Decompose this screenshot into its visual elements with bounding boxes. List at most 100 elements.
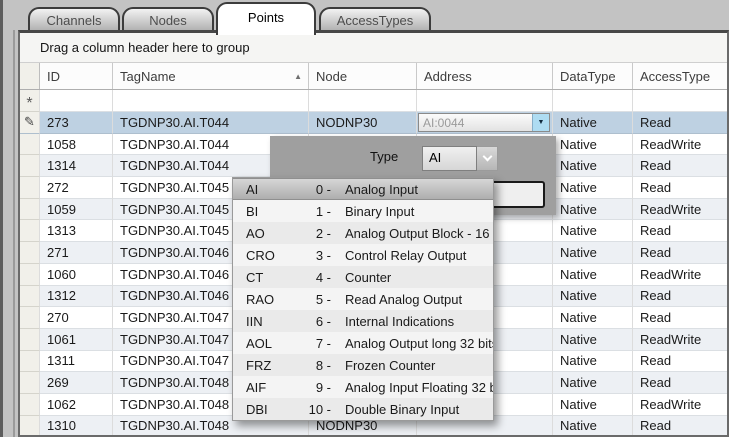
cell-datatype[interactable] [553, 90, 633, 112]
row-indicator-cell [20, 286, 40, 308]
cell-id[interactable] [40, 90, 113, 112]
cell-datatype[interactable]: Native [553, 155, 633, 177]
cell-datatype[interactable]: Native [553, 372, 633, 394]
column-header-tagname[interactable]: TagName ▲ [113, 63, 309, 89]
cell-id[interactable]: 1311 [40, 351, 113, 373]
cell-accesstype[interactable]: ReadWrite [633, 264, 727, 286]
type-number: 5 - [289, 292, 331, 307]
column-header-id[interactable]: ID [40, 63, 113, 89]
type-dropdown-item[interactable]: FRZ 8 - Frozen Counter [233, 354, 493, 376]
group-by-panel[interactable]: Drag a column header here to group [20, 33, 727, 63]
cell-accesstype[interactable]: Read [633, 112, 727, 134]
cell-node[interactable] [309, 90, 417, 112]
type-description: Control Relay Output [331, 248, 493, 263]
cell-id[interactable]: 1061 [40, 329, 113, 351]
type-dropdown-item[interactable]: DBI 10 - Double Binary Input [233, 398, 493, 420]
cell-accesstype[interactable]: Read [633, 220, 727, 242]
cell-datatype[interactable]: Native [553, 112, 633, 134]
type-code: DBI [233, 402, 289, 417]
type-combobox-value[interactable]: AI [422, 146, 477, 171]
cell-id[interactable]: 1062 [40, 394, 113, 416]
cell-datatype[interactable]: Native [553, 394, 633, 416]
type-description: Read Analog Output [331, 292, 493, 307]
type-number: 7 - [289, 336, 331, 351]
cell-tagname[interactable]: TGDNP30.AI.T044 [113, 112, 309, 134]
cell-id[interactable]: 271 [40, 242, 113, 264]
tab-points[interactable]: Points [216, 2, 316, 35]
type-dropdown-item[interactable]: IIN 6 - Internal Indications [233, 310, 493, 332]
type-dropdown-item[interactable]: CT 4 - Counter [233, 266, 493, 288]
cell-datatype[interactable]: Native [553, 286, 633, 308]
cell-accesstype[interactable]: Read [633, 286, 727, 308]
type-dropdown-item[interactable]: CRO 3 - Control Relay Output [233, 244, 493, 266]
cell-accesstype[interactable]: Read [633, 307, 727, 329]
cell-id[interactable]: 1312 [40, 286, 113, 308]
cell-accesstype[interactable]: ReadWrite [633, 199, 727, 221]
type-number: 3 - [289, 248, 331, 263]
cell-accesstype[interactable]: Read [633, 242, 727, 264]
type-number: 8 - [289, 358, 331, 373]
cell-id[interactable]: 272 [40, 177, 113, 199]
cell-id[interactable]: 1058 [40, 134, 113, 156]
cell-accesstype[interactable]: Read [633, 416, 727, 437]
cell-datatype[interactable]: Native [553, 264, 633, 286]
window-left-edge [0, 0, 3, 437]
column-header-address[interactable]: Address [417, 63, 553, 89]
cell-id[interactable]: 1310 [40, 416, 113, 437]
sort-ascending-icon: ▲ [294, 72, 302, 81]
address-editor[interactable]: AI:0044 ▼ [418, 113, 550, 132]
new-row[interactable]: * [20, 90, 727, 112]
column-header-node[interactable]: Node [309, 63, 417, 89]
cell-id[interactable]: 1060 [40, 264, 113, 286]
type-number: 2 - [289, 226, 331, 241]
type-number: 1 - [289, 204, 331, 219]
cell-id[interactable]: 1059 [40, 199, 113, 221]
cell-address[interactable] [417, 90, 553, 112]
type-dropdown-item[interactable]: AI 0 - Analog Input [233, 178, 493, 200]
tab-bar: Channels Nodes Points AccessTypes [0, 0, 729, 33]
cell-datatype[interactable]: Native [553, 199, 633, 221]
cell-accesstype[interactable]: ReadWrite [633, 134, 727, 156]
type-dropdown-item[interactable]: AO 2 - Analog Output Block - 16 bits [233, 222, 493, 244]
type-combobox-dropdown-button[interactable] [477, 146, 498, 171]
cell-accesstype[interactable]: Read [633, 351, 727, 373]
cell-datatype[interactable]: Native [553, 351, 633, 373]
cell-address[interactable]: AI:0044 AI:0044 ▼ [417, 112, 553, 134]
type-number: 0 - [289, 182, 331, 197]
cell-accesstype[interactable] [633, 90, 727, 112]
cell-datatype[interactable]: Native [553, 220, 633, 242]
cell-accesstype[interactable]: Read [633, 372, 727, 394]
cell-tagname[interactable] [113, 90, 309, 112]
cell-datatype[interactable]: Native [553, 416, 633, 437]
type-dropdown-item[interactable]: AIF 9 - Analog Input Floating 32 bits [233, 376, 493, 398]
type-dropdown-item[interactable]: AOL 7 - Analog Output long 32 bits [233, 332, 493, 354]
cell-accesstype[interactable]: Read [633, 177, 727, 199]
cell-datatype[interactable]: Native [553, 134, 633, 156]
cell-id[interactable]: 1313 [40, 220, 113, 242]
cell-datatype[interactable]: Native [553, 329, 633, 351]
type-number: 9 - [289, 380, 331, 395]
cell-datatype[interactable]: Native [553, 242, 633, 264]
type-dropdown-item[interactable]: RAO 5 - Read Analog Output [233, 288, 493, 310]
type-combobox[interactable]: AI [422, 146, 498, 171]
table-row[interactable]: ✎ 273 TGDNP30.AI.T044 NODNP30 AI:0044 AI… [20, 112, 727, 134]
cell-datatype[interactable]: Native [553, 307, 633, 329]
cell-node[interactable]: NODNP30 [309, 112, 417, 134]
cell-id[interactable]: 1314 [40, 155, 113, 177]
address-editor-value[interactable]: AI:0044 [419, 114, 532, 131]
type-description: Double Binary Input [331, 402, 493, 417]
type-dropdown-item[interactable]: BI 1 - Binary Input [233, 200, 493, 222]
cell-id[interactable]: 269 [40, 372, 113, 394]
column-header-datatype[interactable]: DataType [553, 63, 633, 89]
cell-datatype[interactable]: Native [553, 177, 633, 199]
address-dropdown-button[interactable]: ▼ [532, 114, 549, 131]
column-header-accesstype[interactable]: AccessType [633, 63, 727, 89]
cell-accesstype[interactable]: Read [633, 155, 727, 177]
cell-id[interactable]: 273 [40, 112, 113, 134]
row-indicator-cell [20, 372, 40, 394]
cell-accesstype[interactable]: ReadWrite [633, 394, 727, 416]
cell-id[interactable]: 270 [40, 307, 113, 329]
type-description: Counter [331, 270, 493, 285]
cell-accesstype[interactable]: ReadWrite [633, 329, 727, 351]
row-indicator-cell [20, 242, 40, 264]
